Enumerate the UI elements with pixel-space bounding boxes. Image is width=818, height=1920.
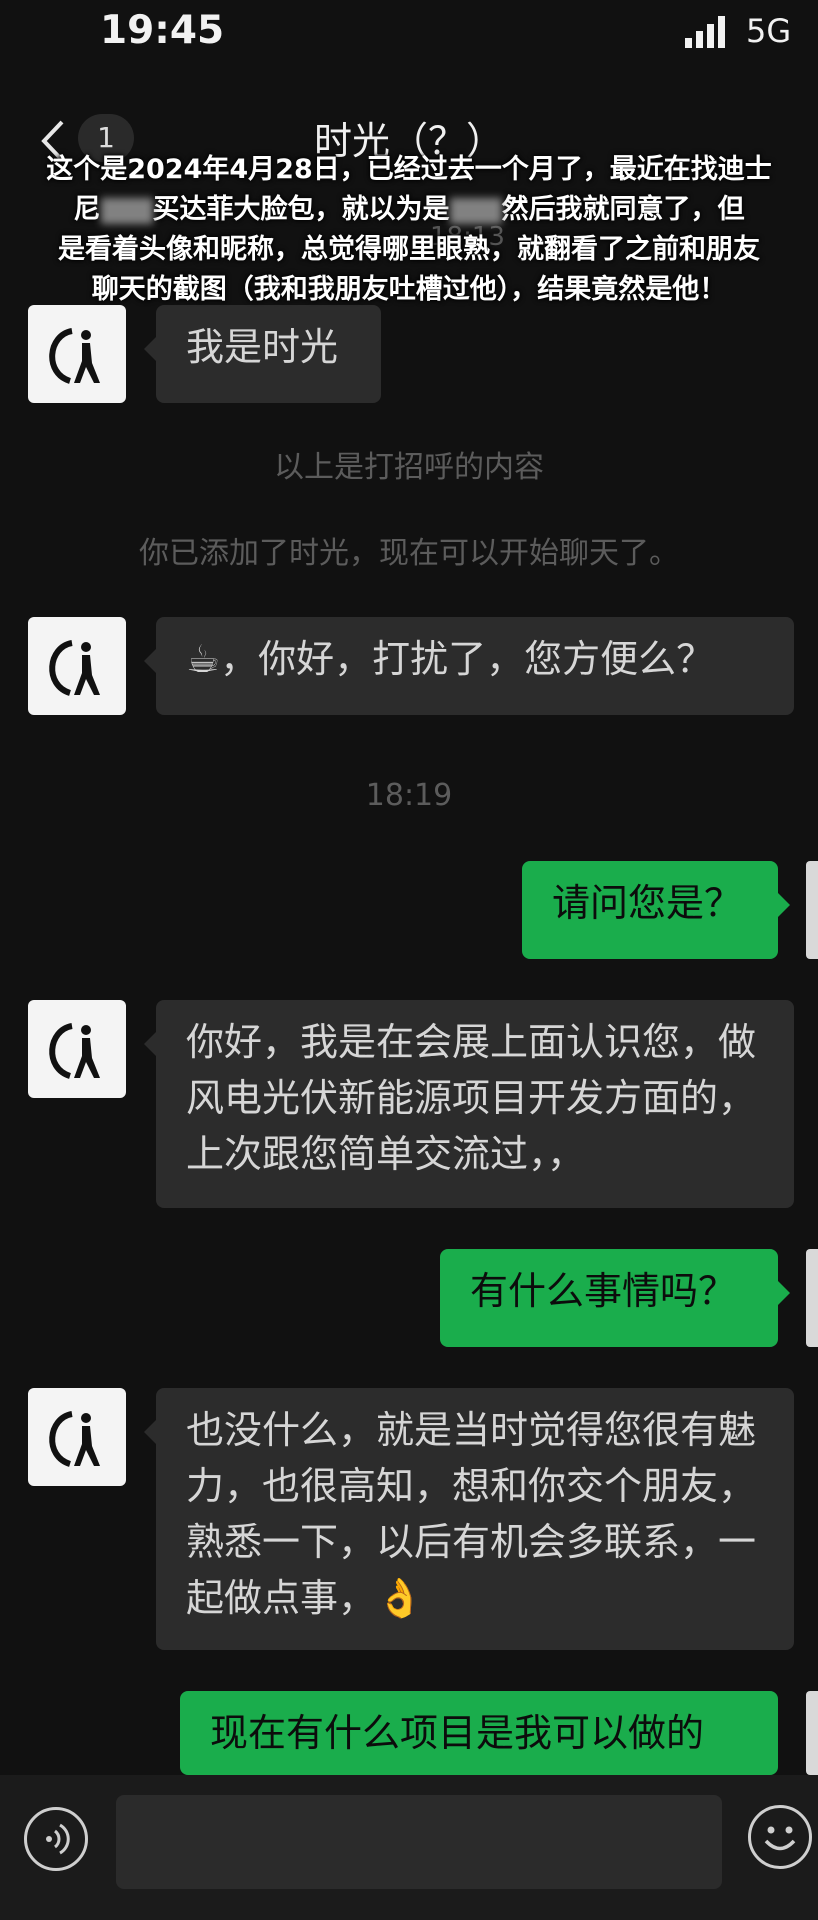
contact-avatar[interactable] [28,1388,126,1486]
message-sent[interactable]: 现在有什么项目是我可以做的 [180,1691,778,1775]
caption-line-2c: 然后我就同意了，但 [501,194,745,225]
caption-line-3: 是看着头像和昵称，总觉得哪里眼熟，就翻看了之前和朋友 [58,234,760,265]
status-bar: 19:45 5G [0,0,818,70]
redaction-blur [100,197,153,224]
overlay-caption: 这个是2024年4月28日，已经过去一个月了，最近在找迪士 尼 买达菲大脸包，就以… [10,150,808,310]
contact-avatar[interactable] [28,305,126,403]
caption-line-2a: 尼 [73,194,101,225]
caption-line-4: 聊天的截图（我和我朋友吐槽过他），结果竟然是他！ [91,274,727,305]
voice-button[interactable] [24,1807,88,1871]
emoji-button[interactable] [748,1805,812,1869]
walking-person-logo-icon [49,1023,100,1079]
input-bar [0,1775,818,1920]
message-sent[interactable]: 请问您是？ [522,861,790,959]
caption-line-2b: 买达菲大脸包，就以为是 [152,194,450,225]
walking-person-logo-icon [49,328,100,384]
self-avatar[interactable] [806,1249,818,1347]
walking-person-logo-icon [49,1411,100,1467]
message-received[interactable]: ☕，你好，打扰了，您方便么？ [144,617,794,715]
voice-icon [46,1823,70,1855]
timestamp: 18:19 [365,778,453,813]
system-notice: 以上是打招呼的内容 [274,450,544,485]
redaction-blur [449,197,502,224]
message-received[interactable]: 你好，我是在会展上面认识您，做风电光伏新能源项目开发方面的，上次跟您简单交流过，… [144,1000,794,1208]
self-avatar[interactable] [806,1691,818,1775]
system-notice: 你已添加了时光，现在可以开始聊天了。 [139,536,679,571]
self-avatar[interactable] [806,861,818,959]
network-type: 5G [746,12,792,50]
emoji-icon [764,1826,796,1851]
message-received[interactable]: 也没什么，就是当时觉得您很有魅力，也很高知，想和你交个朋友，熟悉一下，以后有机会… [144,1388,794,1650]
status-time: 19:45 [100,8,225,53]
contact-avatar[interactable] [28,617,126,715]
walking-person-logo-icon [49,640,100,696]
caption-line-2: 尼 买达菲大脸包，就以为是 然后我就同意了，但 [10,190,808,230]
message-received[interactable]: 我是时光 [144,305,381,403]
message-input[interactable] [116,1795,722,1889]
caption-line-1: 这个是2024年4月28日，已经过去一个月了，最近在找迪士 [46,154,772,185]
message-sent[interactable]: 有什么事情吗？ [440,1249,790,1347]
signal-icon [685,16,725,48]
contact-avatar[interactable] [28,1000,126,1098]
